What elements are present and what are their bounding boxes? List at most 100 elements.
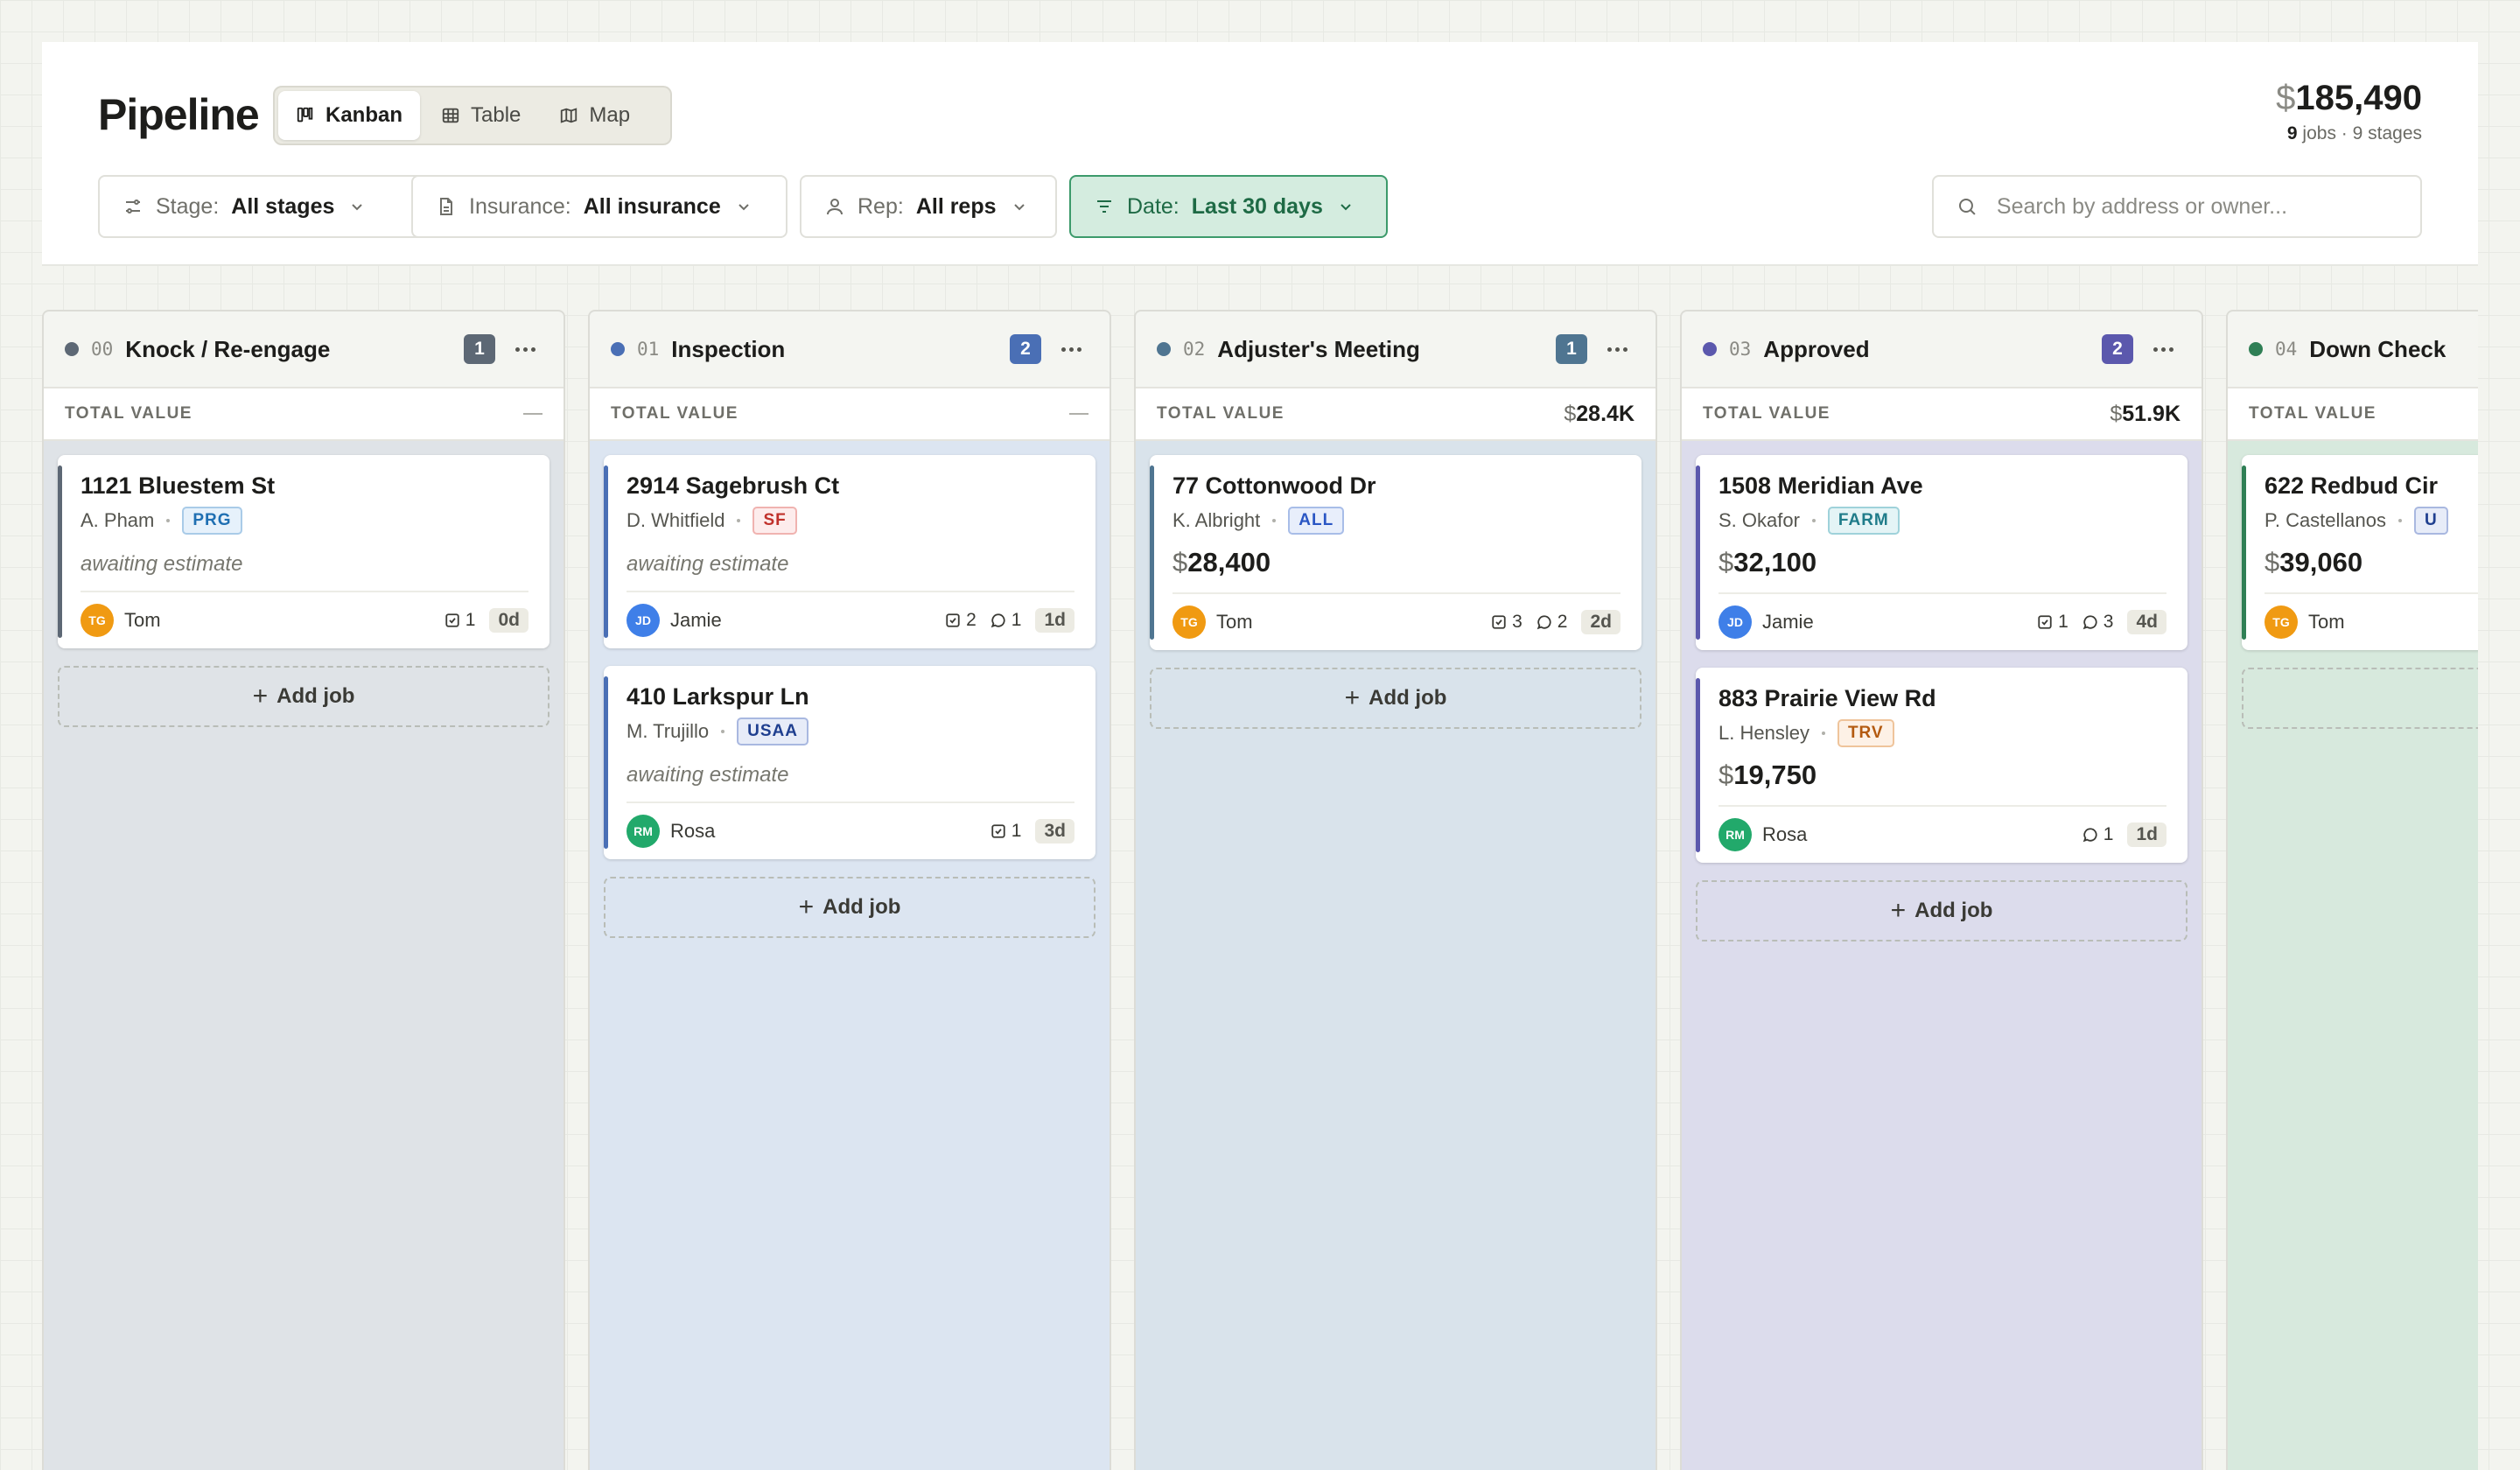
date-filter-value: Last 30 days (1191, 193, 1323, 219)
rep-name: Tom (1216, 611, 1253, 633)
job-card[interactable]: 410 Larkspur Ln M. Trujillo USAA awaiting e… (604, 666, 1096, 859)
job-address: 77 Cottonwood Dr (1172, 472, 1376, 499)
more-options-icon[interactable] (1600, 334, 1634, 364)
separator-dot (721, 730, 725, 733)
card-footer: TG Tom (2264, 592, 2478, 650)
insurance-filter-value: All insurance (583, 193, 721, 219)
rep-name: Tom (124, 609, 161, 631)
checkbox-icon (2038, 615, 2052, 629)
stage-cards: 77 Cottonwood Dr K. Albright ALL $28,400 TG T… (1136, 441, 1656, 1470)
stage-name: Down Check (2309, 335, 2446, 362)
tasks-value: 1 (2058, 612, 2068, 632)
date-filter[interactable]: Date: Last 30 days (1069, 175, 1388, 238)
total-value-label: TOTAL VALUE (1703, 404, 1830, 423)
insurance-badge: SF (752, 507, 797, 535)
amount-value: 19,750 (1733, 760, 1817, 790)
checkbox-icon (1492, 615, 1506, 629)
checkbox-icon (946, 613, 960, 627)
avatar: RM (1718, 818, 1752, 851)
pipeline-counts: 9 jobs · 9 stages (2276, 123, 2422, 144)
sliders-icon (126, 200, 140, 214)
job-card[interactable]: 1121 Bluestem St A. Pham PRG awaiting estim… (58, 455, 550, 648)
view-map-button[interactable]: Map (542, 91, 648, 140)
add-job-label: Add job (822, 895, 901, 919)
job-card[interactable]: 883 Prairie View Rd L. Hensley TRV $19,750 R… (1696, 668, 2188, 863)
rep-filter[interactable]: Rep: All reps (800, 175, 1057, 238)
insurance-badge: USAA (737, 718, 808, 746)
stage-header: 01 Inspection 2 (590, 312, 1110, 388)
owner-row: P. Castellanos U (2264, 507, 2478, 535)
add-job-button[interactable]: + (2242, 668, 2478, 729)
more-options-icon[interactable] (508, 334, 542, 364)
total-value-row: TOTAL VALUE (2228, 388, 2478, 441)
job-amount: $32,100 (1718, 547, 2166, 578)
avatar: JD (626, 604, 660, 637)
search-input[interactable] (1996, 193, 2398, 220)
currency-symbol: $ (2276, 79, 2296, 117)
stage-status-dot (65, 342, 79, 356)
stage-name: Adjuster's Meeting (1217, 335, 1420, 362)
total-value: $28.4K (1564, 402, 1634, 427)
currency-symbol: $ (1718, 547, 1734, 578)
empty-total-dash (523, 413, 542, 415)
pipeline-summary: $185,490 9 jobs · 9 stages (2276, 79, 2422, 144)
comment-icon (2082, 828, 2097, 843)
more-options-icon[interactable] (2146, 334, 2180, 364)
rep-filter-value: All reps (915, 193, 997, 219)
document-icon (440, 198, 452, 215)
checkbox-icon (445, 613, 459, 627)
view-table-button[interactable]: Table (424, 91, 538, 140)
job-card[interactable]: 1508 Meridian Ave S. Okafor FARM $32,100 JD J… (1696, 455, 2188, 650)
amount-value: 28,400 (1187, 547, 1271, 578)
age-badge: 0d (489, 608, 528, 633)
comments-value: 1 (1011, 610, 1022, 630)
separator-dot (737, 519, 741, 522)
stage-filter[interactable]: Stage: All stages (98, 175, 424, 238)
add-job-button[interactable]: + Add job (1696, 880, 2188, 942)
job-card[interactable]: 622 Redbud Cir P. Castellanos U $39,060 TG To… (2242, 455, 2478, 650)
total-value-label: TOTAL VALUE (1157, 404, 1284, 423)
rep-name: Rosa (1762, 823, 1808, 845)
search-box (1932, 175, 2422, 238)
more-options-icon[interactable] (1054, 334, 1088, 364)
comment-icon (2082, 615, 2097, 630)
tasks-count: 1 (2037, 612, 2068, 633)
insurance-filter[interactable]: Insurance: All insurance (411, 175, 788, 238)
tasks-count: 3 (1491, 612, 1522, 633)
add-job-button[interactable]: + Add job (1150, 668, 1642, 729)
job-card[interactable]: 77 Cottonwood Dr K. Albright ALL $28,400 TG T… (1150, 455, 1642, 650)
stage-header: 02 Adjuster's Meeting 1 (1136, 312, 1656, 388)
comments-count: 3 (2082, 612, 2114, 633)
plus-icon: + (798, 892, 815, 921)
view-kanban-button[interactable]: Kanban (278, 91, 421, 140)
insurance-badge: TRV (1837, 719, 1894, 747)
total-value-label: TOTAL VALUE (65, 404, 192, 423)
checkbox-icon (991, 824, 1005, 838)
insurance-badge: PRG (182, 507, 242, 535)
comments-value: 3 (2103, 612, 2114, 632)
stage-column: 00 Knock / Re-engage 1 TOTAL VALUE 1121 Blue… (42, 310, 565, 1470)
insurance-badge: FARM (1827, 507, 1900, 535)
job-address: 2914 Sagebrush Ct (626, 472, 840, 499)
job-card[interactable]: 2914 Sagebrush Ct D. Whitfield SF awaiting … (604, 455, 1096, 648)
currency-symbol: $ (2110, 401, 2123, 426)
add-job-button[interactable]: + Add job (58, 666, 550, 727)
job-amount: $28,400 (1172, 547, 1620, 578)
stage-filter-label: Stage: (156, 193, 220, 219)
tasks-value: 1 (1011, 821, 1022, 841)
rep-name: Tom (2308, 611, 2345, 633)
stage-cards: 2914 Sagebrush Ct D. Whitfield SF awaiting … (590, 441, 1110, 1470)
stage-number: 01 (637, 339, 660, 360)
job-note: awaiting estimate (80, 552, 243, 576)
add-job-button[interactable]: + Add job (604, 877, 1096, 938)
insurance-badge: U (2414, 507, 2448, 535)
card-meta: 2 1 1d (945, 608, 1074, 633)
owner-row: S. Okafor FARM (1718, 507, 2166, 535)
card-meta: 1 3d (990, 819, 1074, 844)
owner-name: D. Whitfield (626, 509, 725, 531)
tasks-value: 3 (1512, 612, 1522, 632)
owner-name: P. Castellanos (2264, 509, 2387, 531)
rep-filter-label: Rep: (858, 193, 904, 219)
stage-count-badge: 1 (1556, 334, 1587, 364)
card-footer: TG Tom 3 2 2d (1172, 592, 1620, 650)
